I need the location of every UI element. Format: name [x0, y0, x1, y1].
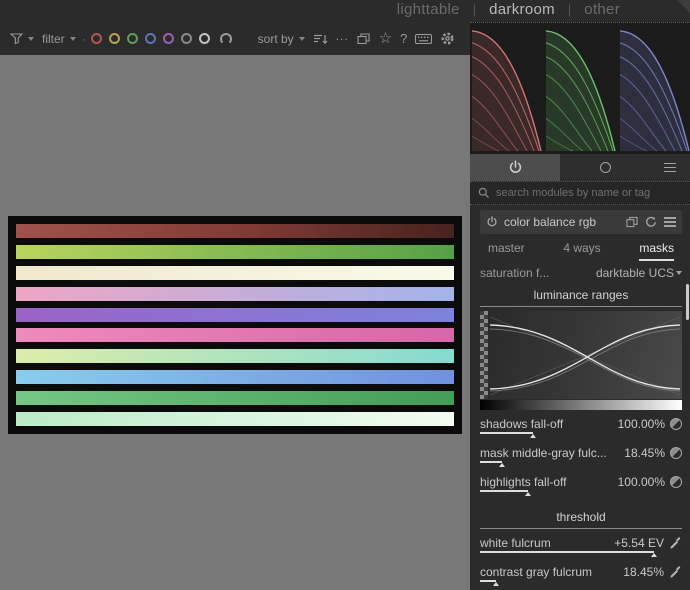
star-rating-icon[interactable]: ☆ — [379, 32, 392, 46]
shortcuts-keyboard-icon[interactable] — [415, 33, 432, 45]
more-options-label[interactable]: ... — [336, 29, 349, 43]
module-tabs: master 4 ways masks — [480, 234, 682, 261]
tab-separator: | — [568, 2, 571, 17]
color-label-purple-icon[interactable] — [163, 33, 174, 44]
module-color-balance-rgb: color balance rgb master — [470, 205, 690, 587]
tab-masks[interactable]: masks — [639, 241, 674, 261]
chevron-down-icon — [676, 271, 682, 275]
image-stripe — [16, 287, 454, 301]
presets-menu-icon[interactable] — [664, 217, 676, 227]
hamburger-menu-icon — [664, 163, 676, 173]
slider-value: 100.00% — [618, 417, 665, 431]
color-label-red-icon[interactable] — [91, 33, 102, 44]
image-stripe — [16, 224, 454, 238]
gray-gradient-bar — [480, 400, 682, 410]
module-search-input[interactable] — [496, 187, 682, 199]
filter-dropdown-caret-icon[interactable] — [28, 37, 34, 41]
filter-options-caret-icon[interactable] — [70, 37, 76, 41]
module-header-actions — [626, 216, 676, 228]
checkerboard-strip — [480, 311, 488, 399]
rating-range-arc-icon[interactable] — [220, 33, 232, 45]
slider-value: 18.45% — [624, 446, 665, 460]
module-search — [470, 181, 690, 205]
slider-mask-middle-gray-fulcrum[interactable]: mask middle-gray fulc... 18.45% — [480, 445, 682, 468]
circle-icon — [600, 162, 611, 173]
tab-4-ways[interactable]: 4 ways — [563, 241, 600, 261]
display-mask-icon[interactable] — [670, 447, 682, 459]
image-preview[interactable] — [8, 216, 462, 434]
display-mask-icon[interactable] — [670, 418, 682, 430]
tab-separator: | — [473, 2, 476, 17]
slider-contrast-gray-fulcrum[interactable]: contrast gray fulcrum 18.45% — [480, 564, 682, 587]
filter-sort-toolbar: filter · sort by ... ☆ ? — [0, 22, 470, 55]
view-switcher: lighttable | darkroom | other — [397, 1, 620, 18]
combobox-label: saturation f... — [480, 266, 549, 280]
tab-lighttable[interactable]: lighttable — [397, 1, 460, 18]
help-icon[interactable]: ? — [400, 31, 407, 46]
module-group-buttons — [470, 154, 690, 181]
display-mask-icon[interactable] — [670, 476, 682, 488]
slider-white-fulcrum[interactable]: white fulcrum +5.54 EV — [480, 535, 682, 558]
filter-funnel-icon[interactable] — [10, 33, 23, 45]
slider-shadows-fall-off[interactable]: shadows fall-off 100.00% — [480, 416, 682, 439]
luminance-ranges-graph[interactable] — [480, 311, 682, 410]
preferences-gear-icon[interactable] — [440, 31, 455, 46]
module-power-icon[interactable] — [486, 216, 498, 228]
histogram-waveform[interactable] — [470, 22, 690, 154]
slider-highlights-fall-off[interactable]: highlights fall-off 100.00% — [480, 474, 682, 497]
module-header[interactable]: color balance rgb — [480, 210, 682, 234]
image-stripe — [16, 308, 454, 322]
image-stripe — [16, 391, 454, 405]
color-label-green-icon[interactable] — [127, 33, 138, 44]
toolbar-separator-dot: · — [82, 32, 86, 46]
slider-value: 18.45% — [623, 565, 664, 579]
image-stripe — [16, 245, 454, 259]
color-label-gray-icon[interactable] — [181, 33, 192, 44]
color-label-white-icon[interactable] — [199, 33, 210, 44]
image-stripe — [16, 370, 454, 384]
slider-label: highlights fall-off — [480, 475, 613, 489]
show-active-modules-button[interactable] — [470, 154, 560, 181]
image-stripe — [16, 266, 454, 280]
mask-curves-plot — [488, 311, 682, 399]
saturation-formula-combobox[interactable]: saturation f... darktable UCS — [480, 261, 682, 285]
reset-icon[interactable] — [645, 216, 657, 228]
color-label-yellow-icon[interactable] — [109, 33, 120, 44]
color-picker-icon[interactable] — [669, 565, 682, 578]
sort-by-caret-icon[interactable] — [299, 37, 305, 41]
slider-label: contrast gray fulcrum — [480, 565, 618, 579]
combobox-value: darktable UCS — [596, 266, 674, 280]
slider-label: white fulcrum — [480, 536, 609, 550]
tab-other[interactable]: other — [584, 1, 620, 18]
module-groups-menu-button[interactable] — [650, 154, 690, 181]
module-title: color balance rgb — [504, 215, 596, 229]
slider-label: mask middle-gray fulc... — [480, 446, 619, 460]
slider-value: 100.00% — [618, 475, 665, 489]
filter-label: filter — [42, 32, 65, 46]
collapse-panel-arrow-icon[interactable] — [677, 0, 690, 13]
top-panel: lighttable | darkroom | other — [0, 0, 690, 22]
right-panel: color balance rgb master — [470, 22, 690, 590]
sort-by-label: sort by — [258, 32, 294, 46]
section-threshold: threshold — [480, 507, 682, 529]
image-stripe — [16, 412, 454, 426]
slider-label: shadows fall-off — [480, 417, 613, 431]
image-stripe — [16, 328, 454, 342]
color-label-blue-icon[interactable] — [145, 33, 156, 44]
duplicates-icon[interactable] — [357, 33, 371, 45]
search-icon — [478, 187, 490, 199]
image-stripe — [16, 349, 454, 363]
slider-value: +5.54 EV — [614, 536, 664, 550]
color-picker-icon[interactable] — [669, 536, 682, 549]
power-icon — [508, 160, 523, 175]
section-luminance-ranges: luminance ranges — [480, 285, 682, 307]
sort-order-icon[interactable] — [313, 33, 328, 45]
darkroom-canvas — [0, 55, 470, 590]
module-group-circle-button[interactable] — [560, 154, 650, 181]
panel-scrollbar[interactable] — [686, 284, 689, 320]
tab-master[interactable]: master — [488, 241, 525, 261]
tab-darkroom[interactable]: darkroom — [489, 1, 555, 18]
multi-instance-icon[interactable] — [626, 216, 638, 228]
